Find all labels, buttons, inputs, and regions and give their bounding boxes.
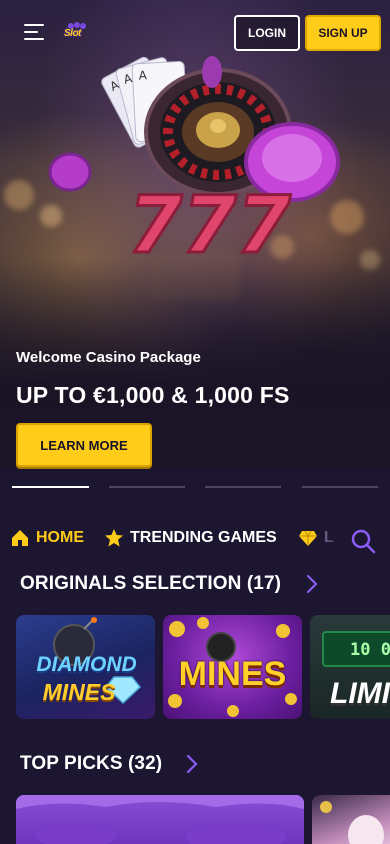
nav-item-trending-games[interactable]: TRENDING GAMES (104, 528, 277, 548)
game-tile-top-pick[interactable] (312, 795, 390, 844)
diamond-icon (299, 530, 317, 546)
logo-text: Slot (64, 28, 81, 39)
top-pick-art (320, 801, 384, 844)
slider-dot[interactable] (109, 486, 185, 488)
nav-item-home[interactable]: HOME (10, 528, 84, 548)
tile-title: LIMI (330, 677, 390, 710)
promo-subtitle: Welcome Casino Package (16, 349, 201, 366)
tile-subtitle: MINES (42, 679, 116, 705)
slider-dot[interactable] (205, 486, 281, 488)
slider-dot[interactable] (12, 486, 89, 488)
section-title-originals[interactable]: ORIGINALS SELECTION (17) (20, 573, 281, 595)
roulette-illustration: A A A 777 (48, 56, 340, 270)
slider-dot[interactable] (302, 486, 378, 488)
learn-more-button[interactable]: LEARN MORE (16, 423, 152, 467)
nav-item-label: TRENDING GAMES (130, 529, 277, 546)
chevron-right-icon[interactable] (185, 754, 199, 774)
star-icon (105, 529, 123, 547)
promo-title: UP TO €1,000 & 1,000 FS (16, 382, 290, 408)
game-tile-mines[interactable]: MINES (163, 615, 302, 719)
game-tile-top-pick[interactable] (16, 795, 304, 844)
top-header: Slot LOGIN SIGN UP (0, 0, 390, 66)
hero-banner[interactable]: A A A 777 Slot LOGIN SIGN UP Welcome Cas… (0, 0, 390, 470)
tile-counter: 10 00 (350, 640, 390, 660)
top-pick-art (16, 795, 304, 844)
site-logo[interactable]: Slot (64, 21, 90, 45)
slider-indicators (12, 486, 378, 489)
home-icon (12, 530, 28, 546)
signup-button[interactable]: SIGN UP (305, 15, 381, 51)
search-icon[interactable] (350, 528, 376, 554)
game-tile-limbo[interactable]: 10 00 LIMI (310, 615, 390, 719)
category-nav: HOME TRENDING GAMES L (0, 520, 390, 560)
hamburger-menu-icon[interactable] (24, 24, 44, 40)
sevens-text: 777 (128, 181, 292, 270)
section-title-top-picks[interactable]: TOP PICKS (32) (20, 753, 162, 775)
login-button[interactable]: LOGIN (234, 15, 300, 51)
game-tile-diamond-mines[interactable]: DIAMOND MINES (16, 615, 155, 719)
bokeh-light (4, 180, 34, 210)
tile-title: MINES (178, 655, 287, 693)
chevron-right-icon[interactable] (305, 574, 319, 594)
nav-item-label: HOME (36, 529, 84, 546)
tile-title: DIAMOND (36, 653, 137, 676)
svg-text:A: A (138, 68, 148, 82)
